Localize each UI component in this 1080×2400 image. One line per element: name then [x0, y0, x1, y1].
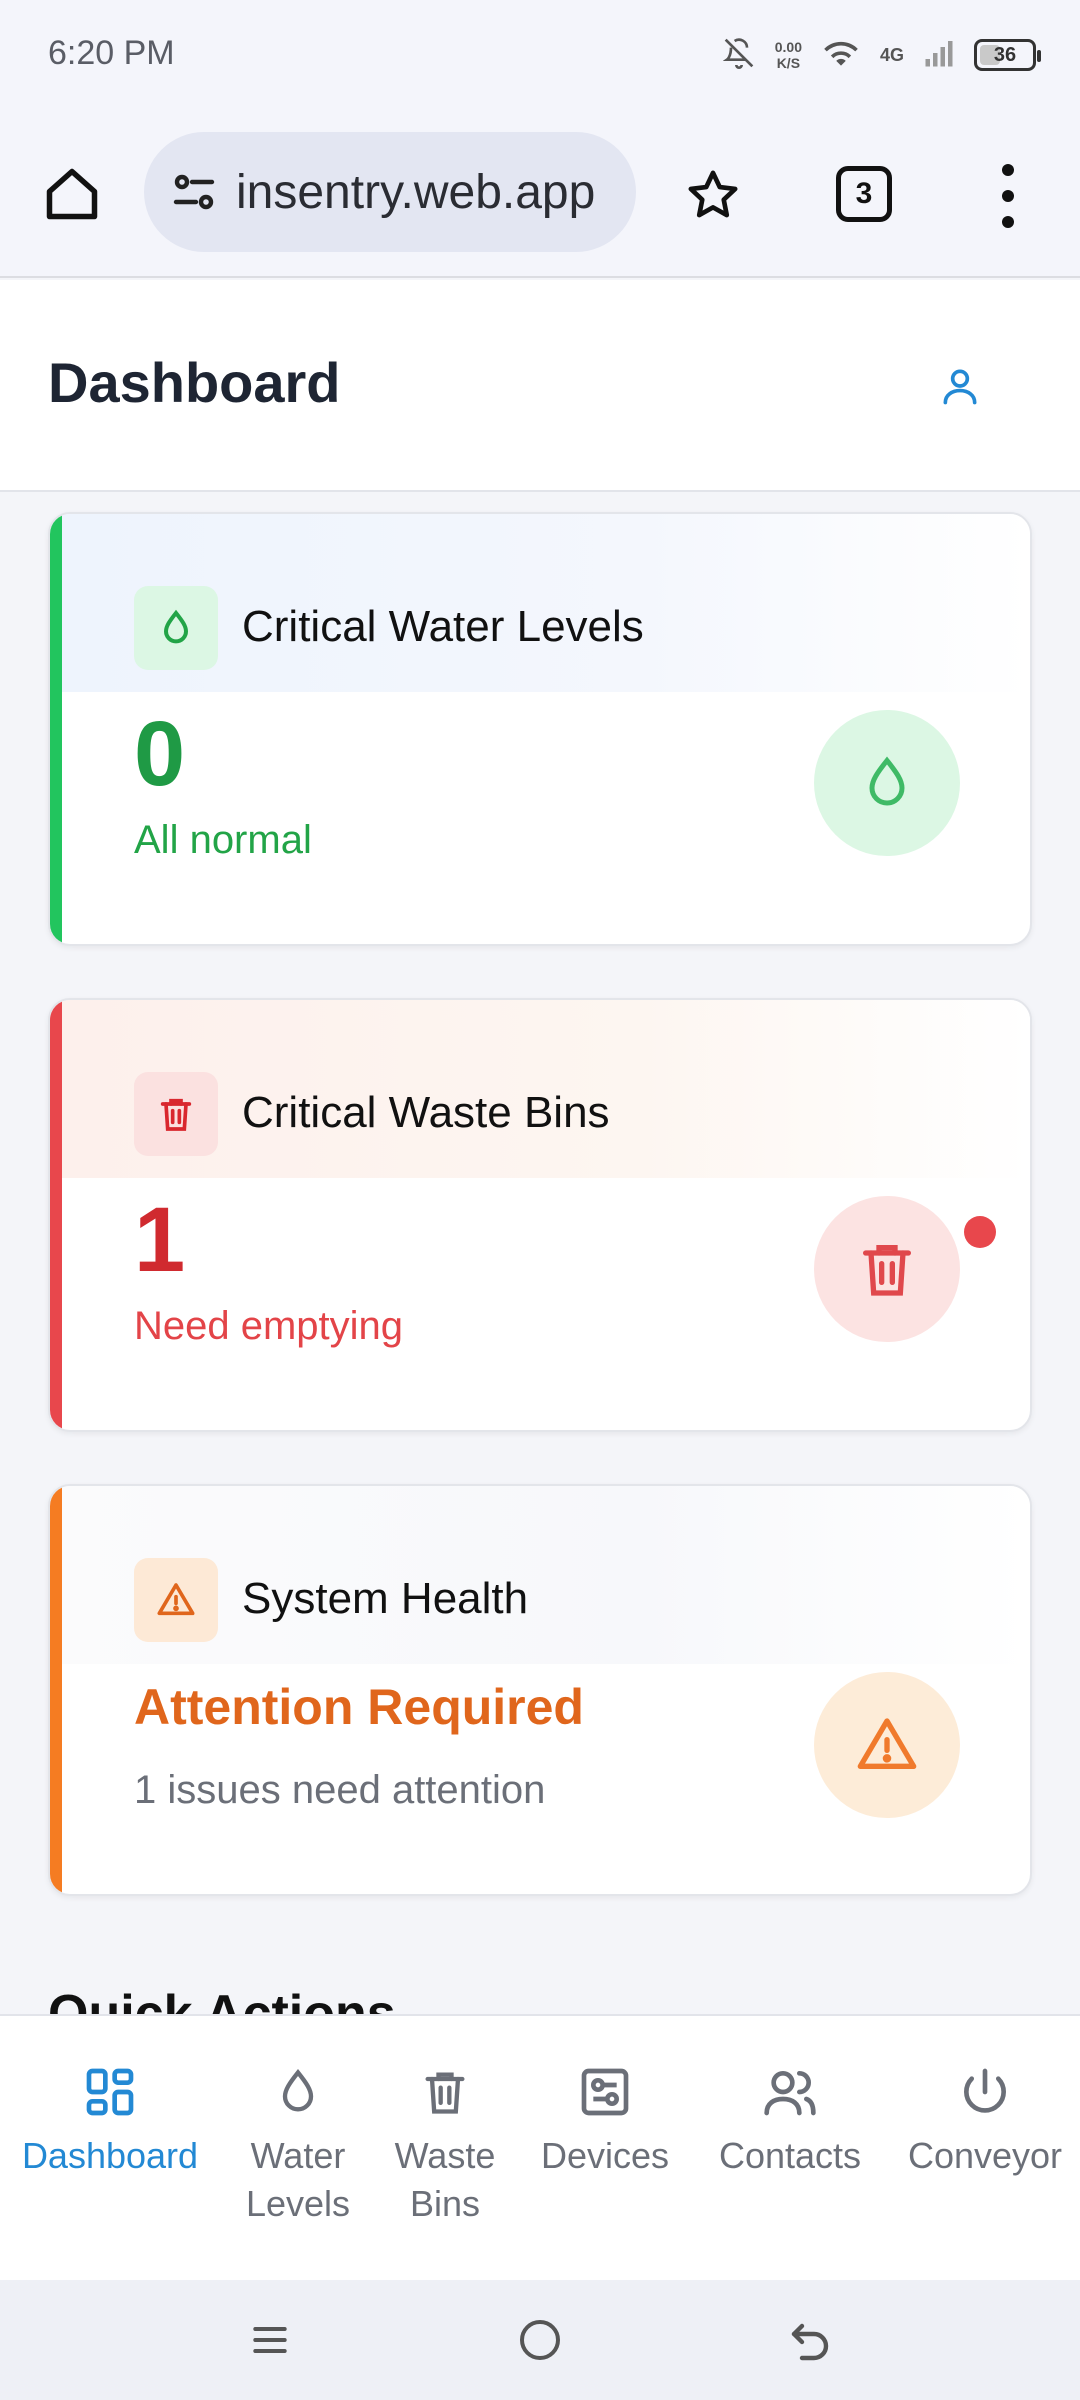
- profile-button[interactable]: [930, 356, 990, 416]
- recent-apps-button[interactable]: [238, 2308, 302, 2372]
- nav-conveyor[interactable]: Conveyor: [900, 2060, 1070, 2180]
- status-bar: 6:20 PM 0.00 K/S 4G 36: [0, 0, 1080, 110]
- nav-devices[interactable]: Devices: [530, 2060, 680, 2180]
- nav-contacts[interactable]: Contacts: [706, 2060, 874, 2180]
- page-title: Dashboard: [48, 351, 341, 414]
- net-speed-value: 0.00: [774, 39, 802, 55]
- nav-label: Waste Bins: [395, 2132, 496, 2228]
- quick-actions-heading: Quick Actions: [48, 1985, 396, 2014]
- critical-waste-bins-card[interactable]: Critical Waste Bins 1 Need emptying: [48, 998, 1032, 1432]
- warning-icon: [134, 1558, 218, 1642]
- nav-label: Conveyor: [907, 2135, 1063, 2176]
- menu-lines-icon: [253, 2326, 287, 2354]
- mute-bell-icon: [722, 35, 755, 76]
- system-navigation-bar: [0, 2280, 1080, 2400]
- droplet-icon: [134, 586, 218, 670]
- nav-label-line-2: Levels: [245, 2183, 351, 2224]
- bottom-navigation: Dashboard Water Levels Waste Bins Device…: [0, 2014, 1080, 2280]
- nav-dashboard[interactable]: Dashboard: [20, 2060, 200, 2180]
- network-type: 4G: [879, 44, 904, 65]
- card-subtitle: All normal: [134, 818, 312, 862]
- app-header: Dashboard: [0, 280, 1080, 492]
- browser-toolbar: insentry.web.app 3: [0, 110, 1080, 278]
- nav-waste-bins[interactable]: Waste Bins: [380, 2060, 510, 2228]
- trash-icon: [814, 1196, 960, 1342]
- card-title: Critical Water Levels: [242, 602, 644, 651]
- nav-label-line-1: Water: [250, 2135, 346, 2176]
- nav-water-levels[interactable]: Water Levels: [228, 2060, 368, 2228]
- star-icon: [688, 170, 738, 218]
- system-health-card[interactable]: System Health Attention Required 1 issue…: [48, 1484, 1032, 1896]
- bookmark-button[interactable]: [678, 160, 748, 230]
- home-system-button[interactable]: [508, 2308, 572, 2372]
- nav-label-line-2: Bins: [409, 2183, 481, 2224]
- droplet-icon: [814, 710, 960, 856]
- address-bar[interactable]: insentry.web.app: [144, 132, 636, 252]
- card-title: Critical Waste Bins: [242, 1088, 610, 1137]
- signal-icon: [924, 38, 954, 73]
- net-speed: 0.00 K/S: [775, 39, 802, 71]
- critical-water-levels-card[interactable]: Critical Water Levels 0 All normal: [48, 512, 1032, 946]
- nav-label: Devices: [540, 2135, 670, 2176]
- power-icon: [953, 2060, 1017, 2124]
- nav-label: Contacts: [718, 2135, 862, 2176]
- card-title: System Health: [242, 1574, 529, 1623]
- battery-icon: 36: [974, 39, 1041, 71]
- trash-icon: [413, 2060, 477, 2124]
- home-icon: [46, 168, 98, 220]
- card-subtitle: Need emptying: [134, 1304, 404, 1348]
- user-icon: [943, 369, 977, 405]
- status-time: 6:20 PM: [48, 34, 175, 72]
- droplet-icon: [266, 2060, 330, 2124]
- trash-icon: [134, 1072, 218, 1156]
- tab-switcher-button[interactable]: 3: [836, 166, 892, 222]
- circle-home-icon: [520, 2320, 560, 2360]
- card-value: 0: [134, 703, 186, 805]
- battery-level: 36: [993, 43, 1017, 66]
- back-button[interactable]: [778, 2308, 842, 2372]
- card-value: Attention Required: [134, 1679, 584, 1735]
- dashboard-content[interactable]: Critical Water Levels 0 All normal Criti…: [0, 494, 1080, 2014]
- warning-icon: [814, 1672, 960, 1818]
- nav-label-line-1: Waste: [394, 2135, 496, 2176]
- status-icons: 0.00 K/S 4G 36: [722, 30, 1041, 80]
- card-subtitle: 1 issues need attention: [134, 1768, 546, 1812]
- home-button[interactable]: [38, 160, 106, 228]
- cpu-icon: [573, 2060, 637, 2124]
- alert-dot: [964, 1216, 996, 1248]
- site-settings-icon[interactable]: [166, 164, 222, 220]
- tab-count: 3: [855, 177, 873, 210]
- net-speed-unit: K/S: [776, 55, 801, 71]
- users-icon: [758, 2060, 822, 2124]
- card-value: 1: [134, 1189, 186, 1291]
- back-arrow-icon: [791, 2323, 829, 2361]
- nav-label: Dashboard: [21, 2135, 199, 2176]
- grid-icon: [78, 2060, 142, 2124]
- url-text[interactable]: insentry.web.app: [236, 165, 595, 220]
- browser-menu-button[interactable]: [976, 158, 1040, 234]
- nav-label: Water Levels: [246, 2132, 350, 2228]
- wifi-icon: [822, 37, 860, 74]
